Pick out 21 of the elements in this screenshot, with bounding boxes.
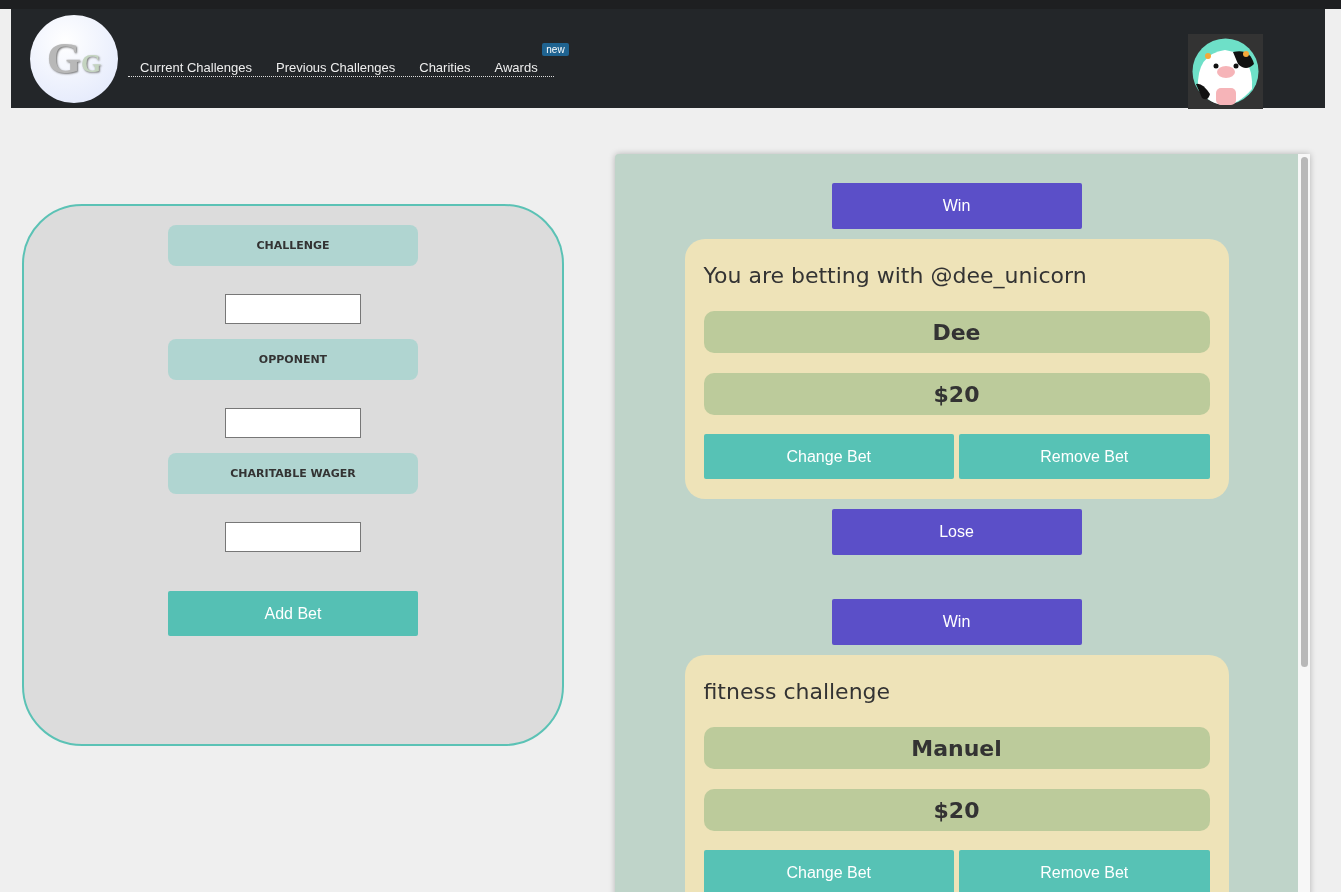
bet-amount: $20: [703, 789, 1210, 831]
bet-title: You are betting with @dee_unicorn: [703, 263, 1088, 288]
scrollbar[interactable]: [1298, 154, 1310, 892]
input-field[interactable]: [225, 294, 361, 324]
field-label: CHALLENGE: [168, 225, 418, 266]
lose-button[interactable]: Lose: [831, 509, 1082, 555]
nav-link[interactable]: Previous Challenges: [276, 60, 396, 76]
opponent-name: Dee: [703, 311, 1210, 353]
field-label: CHARITABLE WAGER: [168, 453, 418, 494]
win-button[interactable]: Win: [831, 599, 1082, 645]
nav-link[interactable]: Current Challenges: [140, 60, 252, 76]
bet-amount: $20: [703, 373, 1210, 415]
input-field[interactable]: [225, 522, 361, 552]
win-button[interactable]: Win: [831, 183, 1082, 229]
new-badge: new: [542, 43, 569, 56]
nav-link[interactable]: Charities: [419, 60, 471, 76]
input-field[interactable]: [225, 408, 361, 438]
cow-avatar[interactable]: [1188, 34, 1263, 109]
field-label: OPPONENT: [168, 339, 418, 380]
bet-title: fitness challenge: [703, 679, 892, 704]
opponent-name: Manuel: [703, 727, 1210, 769]
